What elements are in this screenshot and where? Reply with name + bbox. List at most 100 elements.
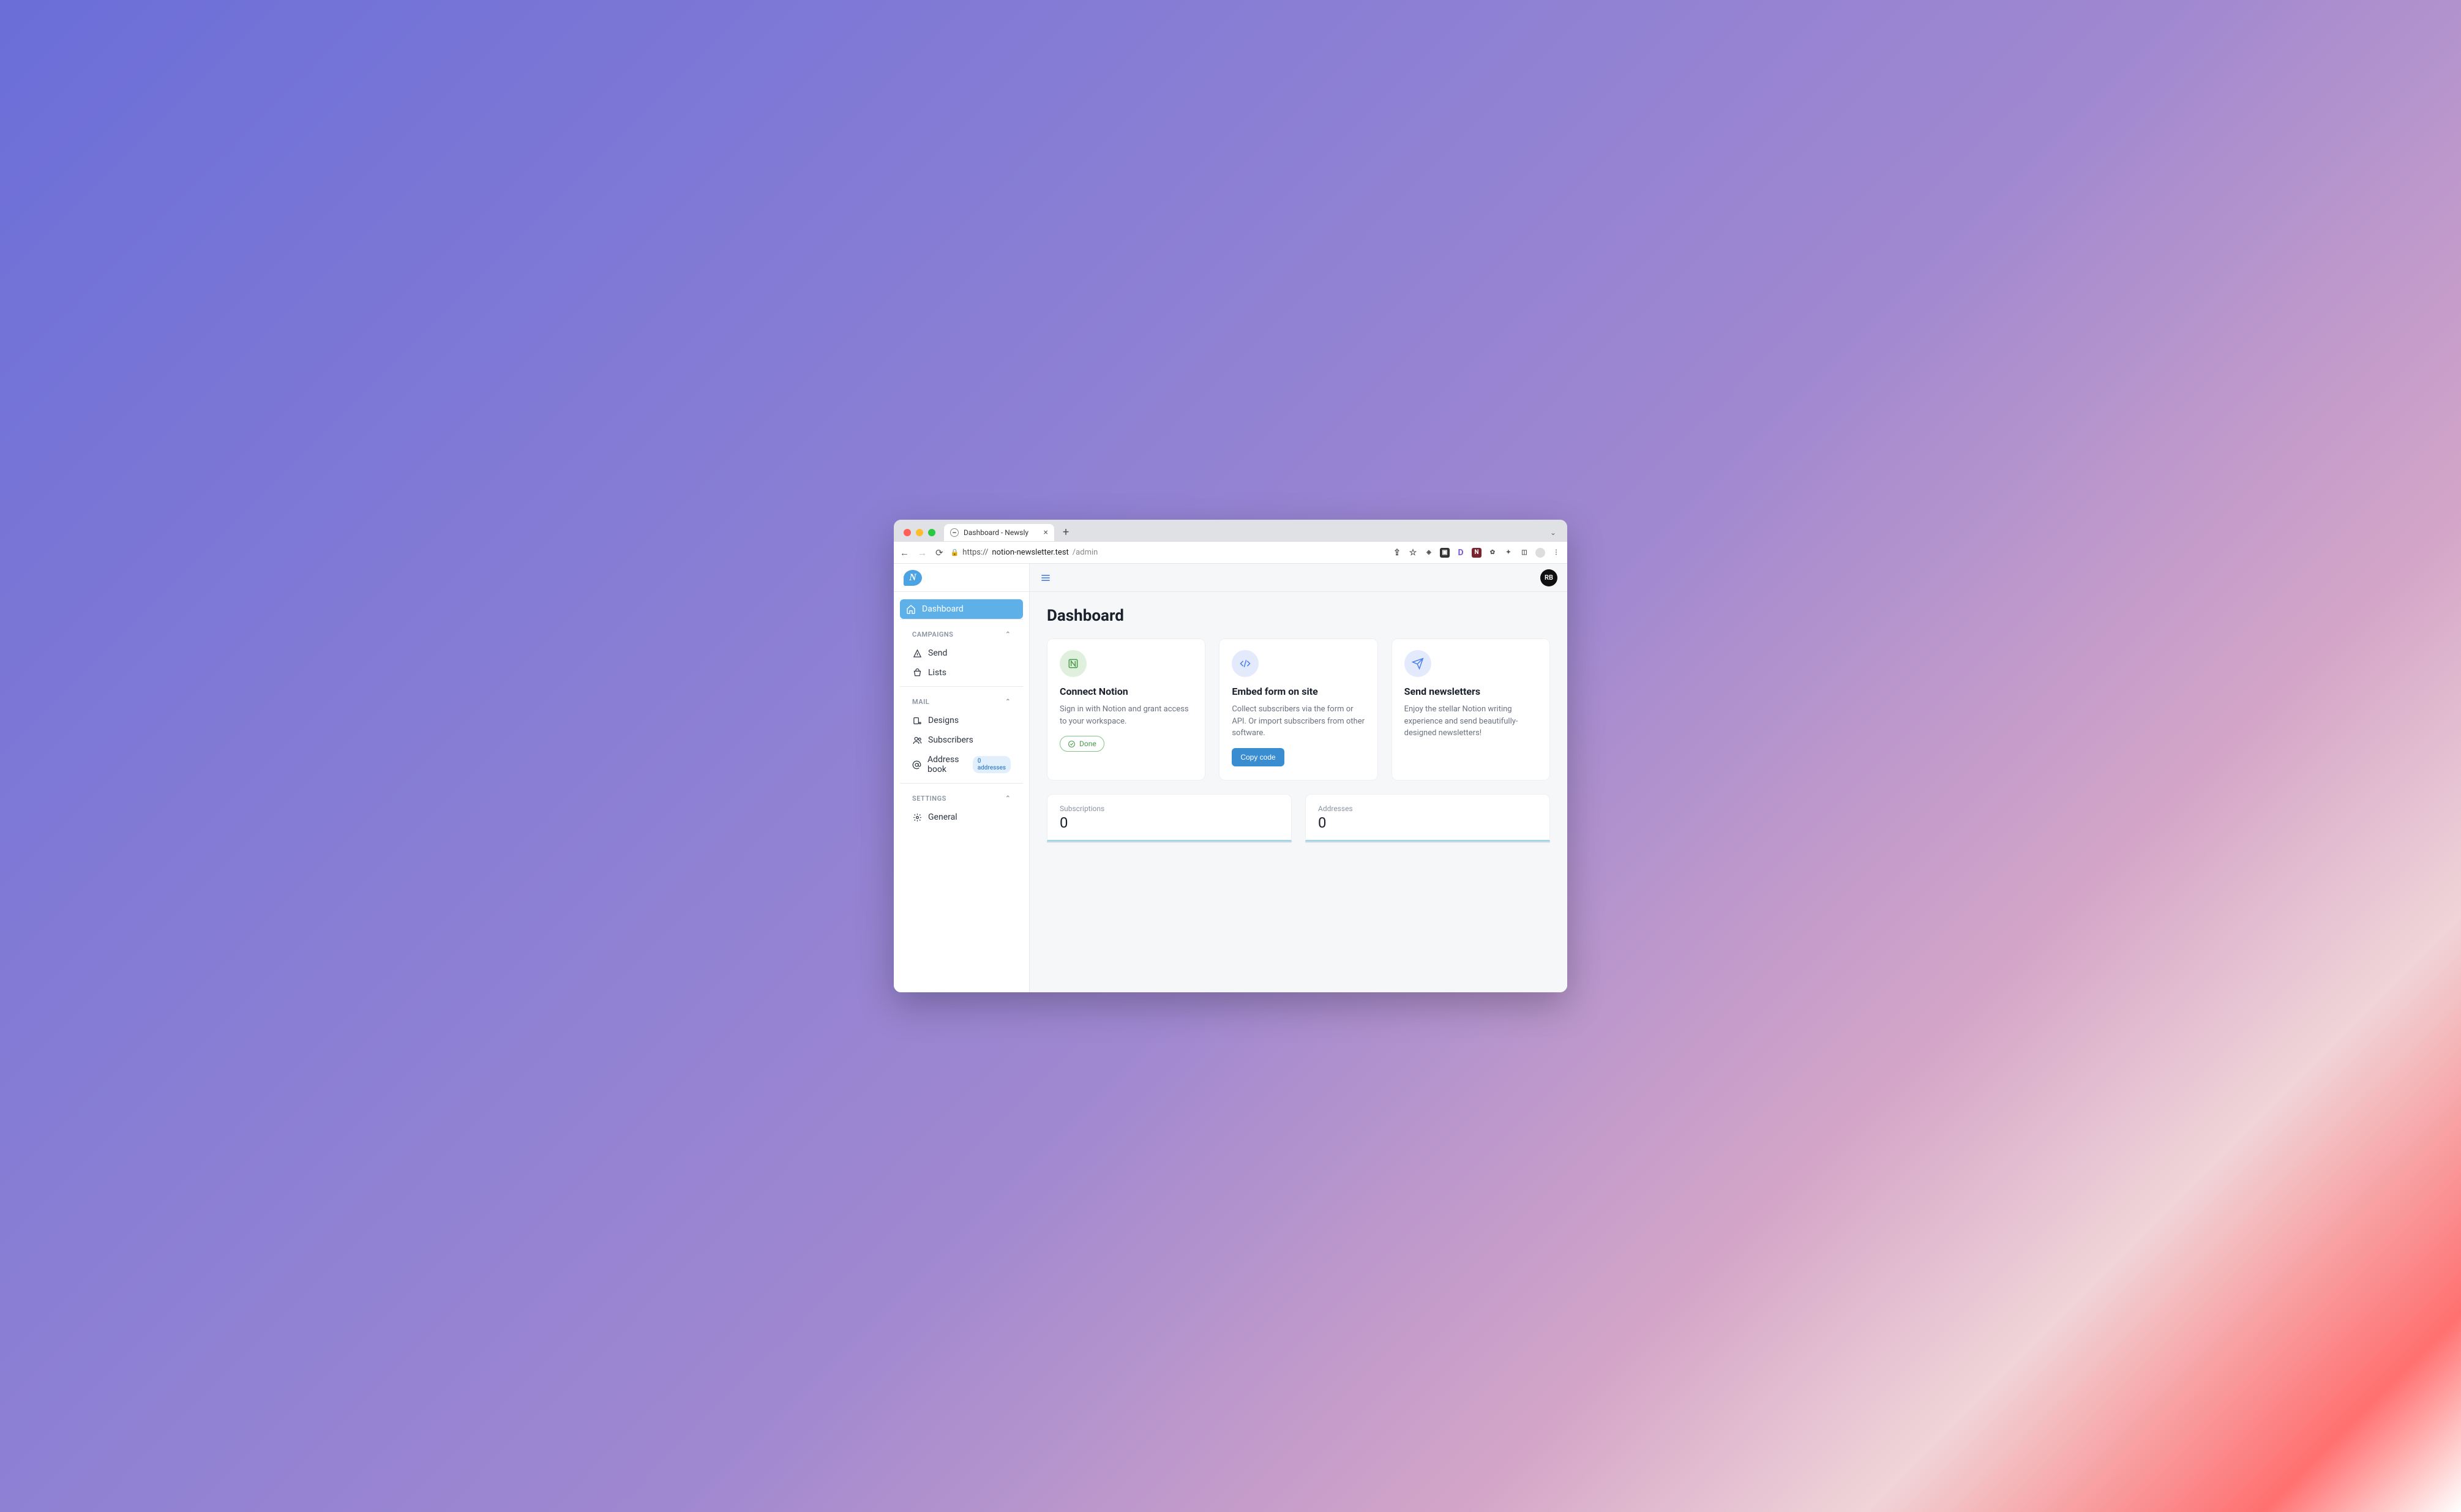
window-minimize-button[interactable] xyxy=(916,529,923,536)
sidebar-item-label: Dashboard xyxy=(922,604,964,614)
tab-title: Dashboard - Newsly xyxy=(964,528,1028,537)
at-sign-icon xyxy=(912,760,921,769)
profile-avatar-icon[interactable] xyxy=(1535,548,1545,558)
section-title: CAMPAIGNS xyxy=(912,631,953,638)
copy-code-button[interactable]: Copy code xyxy=(1232,748,1284,766)
chevron-up-icon: ⌃ xyxy=(1005,631,1011,638)
nav-controls: ← → ⟳ xyxy=(900,547,943,558)
card-description: Enjoy the stellar Notion writing experie… xyxy=(1404,703,1537,739)
address-field[interactable]: 🔒 https://notion-newsletter.test/admin xyxy=(951,548,1385,557)
sidebar-item-label: Designs xyxy=(928,716,959,725)
notion-icon xyxy=(1060,650,1087,677)
panel-icon[interactable]: ◫ xyxy=(1519,548,1529,558)
share-icon[interactable]: ⇪ xyxy=(1392,548,1402,558)
url-scheme: https:// xyxy=(962,548,988,557)
stats-row: Subscriptions 0 Addresses 0 xyxy=(1047,794,1550,842)
section-title: SETTINGS xyxy=(912,795,946,803)
sidebar-item-subscribers[interactable]: Subscribers xyxy=(906,730,1017,750)
sidebar-item-send[interactable]: Send xyxy=(906,643,1017,663)
section-header-settings[interactable]: SETTINGS ⌃ xyxy=(906,795,1017,807)
stat-value: 0 xyxy=(1060,814,1279,831)
sidebar-item-label: Subscribers xyxy=(928,735,973,745)
extensions-menu-icon[interactable]: ✦ xyxy=(1504,548,1513,558)
menu-toggle-button[interactable] xyxy=(1039,572,1052,584)
section-title: MAIL xyxy=(912,698,929,706)
back-button[interactable]: ← xyxy=(900,547,909,558)
user-initials: RB xyxy=(1545,574,1553,582)
stat-label: Subscriptions xyxy=(1060,804,1279,813)
paper-plane-icon xyxy=(1404,650,1431,677)
card-embed-form: Embed form on site Collect subscribers v… xyxy=(1219,638,1377,780)
extension-settings-icon[interactable]: ✿ xyxy=(1488,548,1497,558)
bookmark-icon[interactable]: ☆ xyxy=(1408,548,1418,558)
reload-button[interactable]: ⟳ xyxy=(935,547,943,558)
chevron-up-icon: ⌃ xyxy=(1005,698,1011,705)
globe-icon xyxy=(950,528,959,537)
sidebar-item-address-book[interactable]: Address book 0 addresses xyxy=(906,750,1017,779)
card-description: Collect subscribers via the form or API.… xyxy=(1232,703,1365,739)
sidebar-item-general[interactable]: General xyxy=(906,807,1017,827)
sidebar-section-settings: SETTINGS ⌃ General xyxy=(900,783,1023,831)
done-badge: Done xyxy=(1060,736,1104,752)
window-maximize-button[interactable] xyxy=(928,529,935,536)
browser-chrome: Dashboard - Newsly × + ⌄ ← → ⟳ 🔒 https:/… xyxy=(894,520,1567,564)
topbar: RB xyxy=(1030,564,1567,592)
home-icon xyxy=(906,604,916,614)
extension-icon[interactable]: ▣ xyxy=(1440,548,1450,558)
traffic-lights xyxy=(900,529,939,536)
sidebar-item-lists[interactable]: Lists xyxy=(906,663,1017,683)
browser-window: Dashboard - Newsly × + ⌄ ← → ⟳ 🔒 https:/… xyxy=(894,520,1567,992)
window-close-button[interactable] xyxy=(904,529,911,536)
user-avatar[interactable]: RB xyxy=(1540,569,1557,586)
extension-icon[interactable]: N xyxy=(1472,548,1481,558)
tab-bar: Dashboard - Newsly × + ⌄ xyxy=(894,520,1567,542)
section-header-campaigns[interactable]: CAMPAIGNS ⌃ xyxy=(906,631,1017,643)
gear-icon xyxy=(912,813,922,822)
sidebar-section-campaigns: CAMPAIGNS ⌃ Send Lists xyxy=(900,619,1023,686)
done-label: Done xyxy=(1079,739,1096,748)
tab-close-icon[interactable]: × xyxy=(1044,528,1048,537)
sidebar: N Dashboard CAMPAIGNS ⌃ xyxy=(894,564,1030,992)
card-connect-notion: Connect Notion Sign in with Notion and g… xyxy=(1047,638,1205,780)
page-title: Dashboard xyxy=(1047,607,1550,625)
content: Dashboard Connect Notion Sign in with No… xyxy=(1030,592,1567,856)
check-circle-icon xyxy=(1068,740,1076,748)
stat-value: 0 xyxy=(1318,814,1537,831)
sidebar-nav: Dashboard CAMPAIGNS ⌃ Send xyxy=(894,592,1029,838)
sidebar-item-dashboard[interactable]: Dashboard xyxy=(900,599,1023,619)
code-icon xyxy=(1232,650,1259,677)
chevron-up-icon: ⌃ xyxy=(1005,795,1011,802)
section-header-mail[interactable]: MAIL ⌃ xyxy=(906,698,1017,711)
onboarding-cards: Connect Notion Sign in with Notion and g… xyxy=(1047,638,1550,780)
app: N Dashboard CAMPAIGNS ⌃ xyxy=(894,564,1567,992)
browser-tab[interactable]: Dashboard - Newsly × xyxy=(944,524,1054,541)
url-bar: ← → ⟳ 🔒 https://notion-newsletter.test/a… xyxy=(894,542,1567,564)
extension-icons: ⇪ ☆ ◈ ▣ D N ✿ ✦ ◫ ⋮ xyxy=(1392,548,1561,558)
send-icon xyxy=(912,649,922,658)
url-path: /admin xyxy=(1073,548,1098,557)
lock-icon: 🔒 xyxy=(951,548,959,556)
stat-addresses: Addresses 0 xyxy=(1305,794,1550,842)
stat-label: Addresses xyxy=(1318,804,1537,813)
sidebar-item-designs[interactable]: Designs xyxy=(906,711,1017,730)
card-title: Send newsletters xyxy=(1404,686,1537,697)
address-count-badge: 0 addresses xyxy=(973,756,1011,773)
sidebar-section-mail: MAIL ⌃ Designs Subscribers xyxy=(900,686,1023,783)
card-title: Connect Notion xyxy=(1060,686,1193,697)
card-send-newsletters: Send newsletters Enjoy the stellar Notio… xyxy=(1392,638,1550,780)
designs-icon xyxy=(912,716,922,725)
users-icon xyxy=(912,736,922,745)
card-title: Embed form on site xyxy=(1232,686,1365,697)
card-description: Sign in with Notion and grant access to … xyxy=(1060,703,1193,727)
forward-button[interactable]: → xyxy=(918,547,927,558)
logo-area: N xyxy=(894,564,1029,592)
app-logo[interactable]: N xyxy=(904,570,922,586)
sidebar-item-label: General xyxy=(928,812,957,822)
extension-icon[interactable]: ◈ xyxy=(1424,548,1434,558)
inbox-icon xyxy=(912,668,922,678)
tabs-dropdown-icon[interactable]: ⌄ xyxy=(1550,528,1561,537)
sidebar-item-label: Lists xyxy=(928,668,946,678)
browser-menu-icon[interactable]: ⋮ xyxy=(1551,548,1561,558)
new-tab-button[interactable]: + xyxy=(1059,527,1073,538)
extension-icon[interactable]: D xyxy=(1456,548,1466,558)
